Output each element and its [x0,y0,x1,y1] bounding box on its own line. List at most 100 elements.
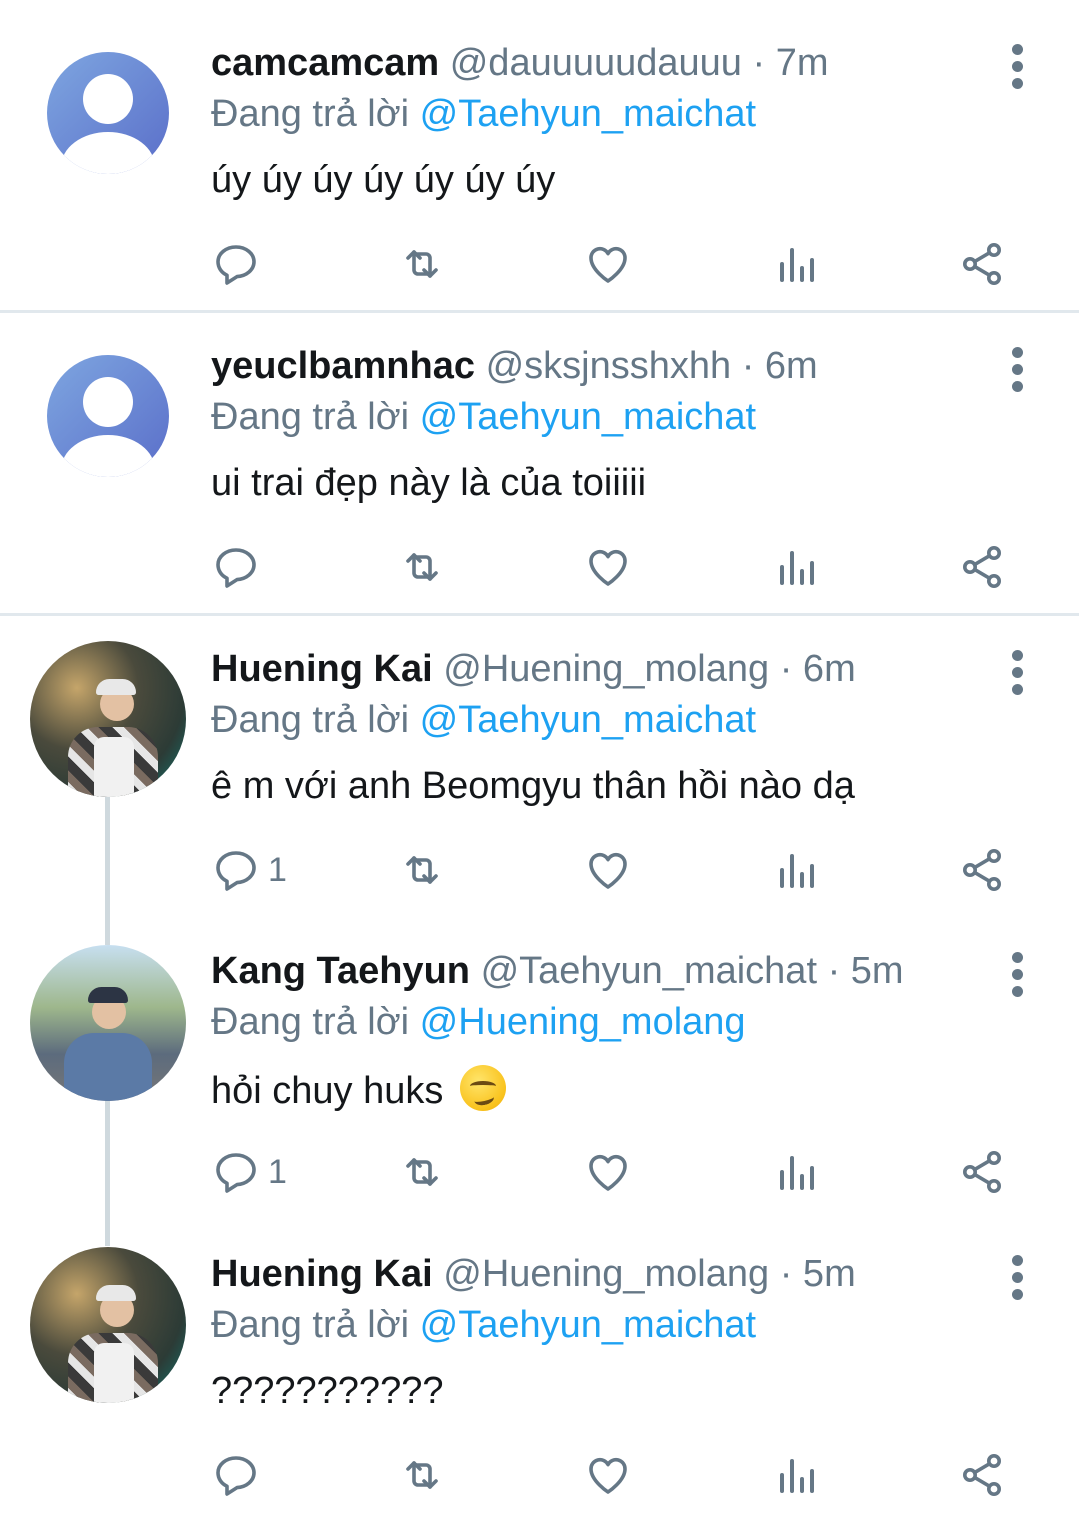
tweet-actions [0,1447,1079,1503]
analytics-icon [772,240,820,288]
retweet-button[interactable] [398,1144,446,1200]
mention-link[interactable]: @Taehyun_maichat [420,1304,756,1346]
share-button[interactable] [958,539,1006,595]
reply-icon [212,1148,260,1196]
analytics-button[interactable] [772,842,820,898]
handle[interactable]: @dauuuuudauuu [450,42,742,84]
display-name[interactable]: Huening Kai [211,1253,433,1295]
tweet-header: camcamcam @dauuuuudauuu · 7m [211,40,828,86]
reply-button[interactable] [212,236,268,292]
reply-button[interactable] [212,539,268,595]
share-icon [958,1148,1006,1196]
replying-to: Đang trả lời @Taehyun_maichat [211,394,756,440]
avatar[interactable] [47,355,169,477]
handle[interactable]: @Taehyun_maichat [481,950,817,992]
display-name[interactable]: Kang Taehyun [211,950,470,992]
analytics-icon [772,846,820,894]
share-icon [958,240,1006,288]
tweet-actions [0,236,1079,292]
tweet[interactable]: Kang Taehyun @Taehyun_maichat · 5m Đang … [0,920,1079,1223]
analytics-button[interactable] [772,539,820,595]
tweet-actions: 1 [0,1144,1079,1200]
share-icon [958,543,1006,591]
reply-button[interactable]: 1 [212,842,287,898]
tweet-header: yeuclbamnhac @sksjnsshxhh · 6m [211,343,818,389]
like-icon [584,846,632,894]
retweet-icon [398,240,446,288]
like-button[interactable] [584,1447,632,1503]
more-options-icon[interactable] [1007,952,1027,1000]
share-button[interactable] [958,1447,1006,1503]
avatar[interactable] [30,945,186,1101]
reply-icon [212,846,260,894]
reply-button[interactable] [212,1447,268,1503]
share-button[interactable] [958,1144,1006,1200]
timestamp[interactable]: · 5m [828,950,904,992]
tweet-text-body: hỏi chuy huks [211,1070,444,1112]
avatar[interactable] [30,1247,186,1403]
more-options-icon[interactable] [1007,347,1027,395]
reply-icon [212,543,260,591]
tweet-text: ui trai đẹp này là của toiiiii [211,462,647,504]
mention-link[interactable]: @Taehyun_maichat [420,396,756,438]
analytics-button[interactable] [772,1144,820,1200]
share-icon [958,1451,1006,1499]
handle[interactable]: @Huening_molang [443,1253,769,1295]
tweet-actions: 1 [0,842,1079,898]
like-icon [584,543,632,591]
handle[interactable]: @Huening_molang [443,648,769,690]
like-button[interactable] [584,539,632,595]
reply-count: 1 [268,850,287,889]
analytics-button[interactable] [772,236,820,292]
retweet-button[interactable] [398,842,446,898]
replying-to: Đang trả lời @Taehyun_maichat [211,697,756,743]
display-name[interactable]: Huening Kai [211,648,433,690]
replying-to-label: Đang trả lời [211,396,410,438]
retweet-button[interactable] [398,1447,446,1503]
share-button[interactable] [958,236,1006,292]
like-button[interactable] [584,842,632,898]
avatar[interactable] [47,52,169,174]
timestamp[interactable]: · 5m [780,1253,856,1295]
timestamp[interactable]: · 6m [780,648,856,690]
replying-to-label: Đang trả lời [211,1304,410,1346]
more-options-icon[interactable] [1007,650,1027,698]
replying-to-label: Đang trả lời [211,1001,410,1043]
handle[interactable]: @sksjnsshxhh [486,345,732,387]
retweet-icon [398,846,446,894]
tweet-actions [0,539,1079,595]
analytics-icon [772,1148,820,1196]
mention-link[interactable]: @Huening_molang [420,1001,746,1043]
share-button[interactable] [958,842,1006,898]
replying-to-label: Đang trả lời [211,93,410,135]
replying-to: Đang trả lời @Taehyun_maichat [211,1302,756,1348]
analytics-button[interactable] [772,1447,820,1503]
like-button[interactable] [584,236,632,292]
more-options-icon[interactable] [1007,1255,1027,1303]
like-icon [584,1451,632,1499]
reply-button[interactable]: 1 [212,1144,287,1200]
avatar[interactable] [30,641,186,797]
retweet-icon [398,1148,446,1196]
tweet[interactable]: Huening Kai @Huening_molang · 6m Đang tr… [0,616,1079,920]
tweet-feed: camcamcam @dauuuuudauuu · 7m Đang trả lờ… [0,0,1079,1517]
timestamp[interactable]: · 6m [742,345,818,387]
more-options-icon[interactable] [1007,44,1027,92]
display-name[interactable]: camcamcam [211,42,439,84]
tweet[interactable]: camcamcam @dauuuuudauuu · 7m Đang trả lờ… [0,0,1079,312]
retweet-icon [398,543,446,591]
mention-link[interactable]: @Taehyun_maichat [420,93,756,135]
retweet-button[interactable] [398,539,446,595]
timestamp[interactable]: · 7m [752,42,828,84]
mention-link[interactable]: @Taehyun_maichat [420,699,756,741]
tweet-text: úy úy úy úy úy úy úy [211,159,556,201]
tweet-text: hỏi chuy huks [211,1065,506,1114]
tweet[interactable]: Huening Kai @Huening_molang · 5m Đang tr… [0,1223,1079,1517]
display-name[interactable]: yeuclbamnhac [211,345,475,387]
like-button[interactable] [584,1144,632,1200]
share-icon [958,846,1006,894]
retweet-button[interactable] [398,236,446,292]
reply-icon [212,1451,260,1499]
tweet[interactable]: yeuclbamnhac @sksjnsshxhh · 6m Đang trả … [0,313,1079,615]
like-icon [584,1148,632,1196]
